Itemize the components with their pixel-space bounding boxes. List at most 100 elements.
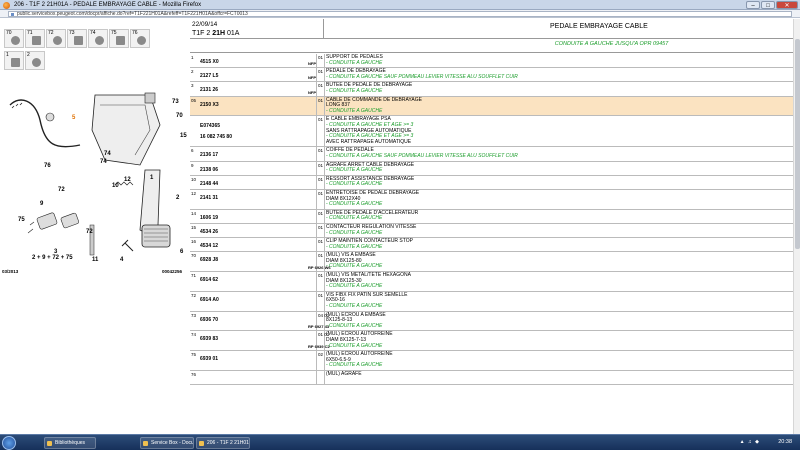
pad-b-shape (60, 212, 79, 229)
quantity: 01 (318, 117, 324, 123)
row-index: 70 (191, 253, 197, 259)
part-thumbnail-icon (32, 58, 41, 67)
quantity: 01 (318, 83, 324, 89)
diagram-label[interactable]: 76 (44, 163, 51, 169)
close-button[interactable]: ✕ (776, 1, 798, 9)
row-index: 1 (191, 55, 194, 60)
taskbar-clock: 20:38 (778, 439, 792, 445)
table-row[interactable]: 74 6939 83 RP 6939 C2 01 01 (MUL) ECROU AUTO… (190, 331, 793, 352)
description-line: AVEC RATTRAPAGE AUTOMATIQUE (326, 138, 412, 145)
maximize-button[interactable]: □ (761, 1, 775, 9)
description-line: (MUL) AGRAFE (326, 371, 362, 378)
column-divider (324, 209, 325, 223)
table-row[interactable]: 75 6939 01 02 (MUL) ECROU AUTOFREINE 6X50-6.… (190, 351, 793, 372)
doc-title: PEDALE EMBRAYAGE CABLE (550, 23, 648, 30)
part-description: E CABLE EMBRAYAGE PSA - CONDUITE A GAUCHE… (326, 117, 786, 145)
column-divider (316, 68, 317, 82)
quantity: 01 (318, 292, 324, 298)
part-thumbnail-icon (74, 36, 83, 45)
column-divider (324, 291, 325, 311)
diagram-label[interactable]: 4 (120, 257, 124, 263)
table-row[interactable]: 2 2127 L5 NFP 01 PEDALE DE DEBRAYAGE - CONDUI… (190, 68, 793, 83)
part-description: COIFFE DE PEDALE - CONDUITE A GAUCHE SAUF… (326, 148, 786, 159)
part-icons: 70 71 72 73 74 75 76 1 2 (4, 29, 154, 70)
taskbar-item[interactable]: 206 - T1F 2 21H01A... (196, 437, 250, 449)
diagram-label[interactable]: 73 (172, 99, 179, 105)
table-row[interactable]: 9 2138 06 01 AGRAFE ARRET CABLE DEBRAYAGE - … (190, 161, 793, 176)
table-row[interactable]: 16 4534 12 01 CLIP MAINTIEN CONTACTEUR STOP… (190, 238, 793, 253)
part-description: CABLE DE COMMANDE DE DEBRAYAGE LONG 837- … (326, 97, 786, 115)
diagram-label[interactable]: 5 (72, 115, 76, 121)
part-thumbnail-icon (32, 36, 41, 45)
table-row[interactable]: 3 2131 26 NFP 01 BUTEE DE PEDALE DE DEBRAYAG… (190, 82, 793, 97)
table-row[interactable]: 10 2148 44 01 RESSORT ASSISTANCE DEBRAYAGE -… (190, 175, 793, 190)
diagram-code-left: 03/2013 (2, 269, 19, 274)
part-icon[interactable]: 70 (4, 29, 24, 48)
diagram-label[interactable]: 74 (100, 159, 107, 165)
page-scrollbar[interactable] (793, 19, 800, 434)
diagram-label[interactable]: 12 (124, 177, 131, 183)
part-icon-label: 74 (90, 30, 96, 36)
table-row[interactable]: 70 6928 J8 RP 6926 W6 01 (MUL) VIS A EMBASE D… (190, 252, 793, 273)
taskbar-item[interactable]: Service Box - Docum... (140, 437, 194, 449)
quantity: 01 (318, 224, 324, 230)
table-row[interactable]: 1 4515 X0 NFP 01 SUPPORT DE PEDALES - CONDUIT… (190, 54, 793, 69)
part-icon[interactable]: 72 (46, 29, 66, 48)
diagram-label[interactable]: 15 (180, 133, 187, 139)
column-divider (324, 68, 325, 82)
diagram-label[interactable]: 9 (40, 201, 44, 207)
column-divider (324, 238, 325, 252)
part-icon[interactable]: 74 (88, 29, 108, 48)
column-divider (324, 54, 325, 68)
pad-a-shape (36, 212, 58, 230)
column-divider (324, 351, 325, 371)
diagram-label[interactable]: 2 (176, 195, 180, 201)
diagram-label[interactable]: 72 (86, 229, 93, 235)
applicability-line: - CONDUITE A GAUCHE (326, 362, 383, 369)
row-index: 15 (191, 224, 197, 230)
part-icon[interactable]: 73 (67, 29, 87, 48)
part-icon-label: 70 (6, 30, 12, 36)
minimize-button[interactable]: – (746, 1, 760, 9)
nfp-code: NFP (308, 61, 316, 67)
applicability-line: - CONDUITE A GAUCHE (326, 215, 383, 222)
table-row[interactable]: E074365 16 082 745 80 01 E CABLE EMBRAYAGE … (190, 116, 793, 148)
table-row[interactable]: 76 (MUL) AGRAFE (190, 371, 793, 386)
start-button[interactable] (2, 436, 16, 450)
scrollbar-thumb[interactable] (795, 39, 800, 249)
diagram-label[interactable]: 72 (58, 187, 65, 193)
quantity: 01 (318, 239, 324, 245)
taskbar-item[interactable]: Bibliothèques (44, 437, 96, 449)
table-row[interactable]: 15 4534 26 01 CONTACTEUR REGULATION VITESSE… (190, 223, 793, 239)
diagram-label[interactable]: 11 (92, 257, 99, 263)
diagram-label[interactable]: 6 (180, 249, 184, 255)
parts-panel: 22/09/14 T1F 2 21H 01A PEDALE EMBRAYAGE … (190, 19, 793, 434)
table-row[interactable]: 72 6914 A0 01 VIS FIBX FIX PATIN SUR SEMELL… (190, 291, 793, 312)
diagram-label[interactable]: 10 (112, 183, 119, 189)
part-icon[interactable]: 71 (25, 29, 45, 48)
table-row[interactable]: 71 6914 62 01 (MUL) VIS METAL/TETE HEXAGONA… (190, 272, 793, 292)
system-tray[interactable]: ▲ ♫ ◆ (740, 439, 760, 445)
part-icon[interactable]: 75 (109, 29, 129, 48)
applicability-line: - CONDUITE A GAUCHE (326, 201, 383, 208)
url-input[interactable]: public.servicebox.peugeot.com/docpr/affi… (8, 11, 792, 17)
diagram-label[interactable]: 74 (104, 151, 111, 157)
diagram-label[interactable]: 75 (18, 217, 25, 223)
table-row[interactable]: 6 2136 17 01 COIFFE DE PEDALE - CONDUITE A G… (190, 147, 793, 162)
nfp-code: NFP (308, 75, 316, 81)
part-thumbnail-icon (95, 36, 104, 45)
column-divider (316, 371, 317, 385)
table-row[interactable]: 14 1606 19 01 BUTEE DE PEDALE D'ACCELERATEU… (190, 209, 793, 224)
part-number: E074365 (200, 123, 221, 130)
part-icon[interactable]: 1 (4, 51, 24, 70)
table-row[interactable]: 12 2141 31 01 ENTRETOISE DE PEDALE DEBRAYAG… (190, 189, 793, 210)
table-row[interactable]: 73 6936 70 RP 6927 43 04 01 (MUL) ECROU A EM… (190, 311, 793, 332)
page-content: 7071727374757612 5737074157 (0, 19, 800, 434)
quantity: 01 (318, 97, 324, 103)
applicability-line: - CONDUITE A GAUCHE (326, 59, 383, 66)
part-icon[interactable]: 76 (130, 29, 150, 48)
diagram-label[interactable]: 70 (176, 113, 183, 119)
part-icon[interactable]: 2 (25, 51, 45, 70)
table-row[interactable]: 05 2150 X3 01 CABLE DE COMMANDE DE DEBRAYAG… (190, 96, 793, 117)
quantity: 02 (318, 352, 324, 358)
